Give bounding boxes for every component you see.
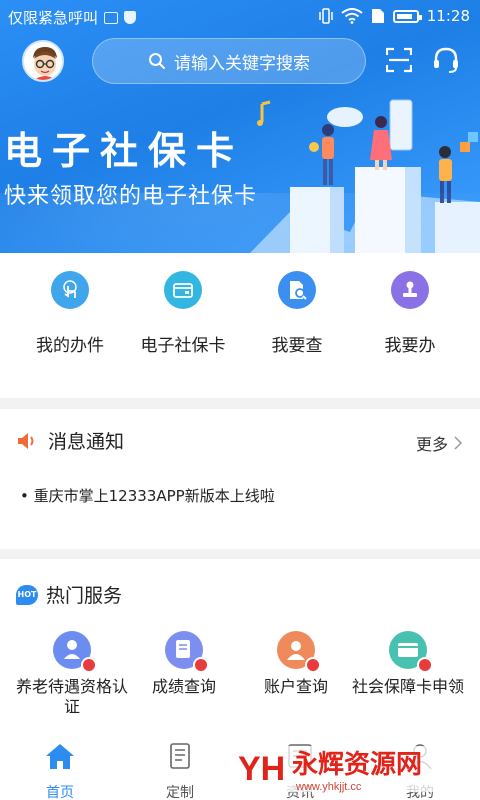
stamp-icon [391,271,429,309]
banner-illustration [250,99,480,253]
service-score-query[interactable]: 成绩查询 [124,631,244,697]
score-query-icon [165,631,209,673]
quick-action-label: 电子社保卡 [140,336,226,356]
carrier-text: 仅限紧急呼叫 [8,9,99,27]
tab-label: 首页 [46,785,74,800]
custom-icon [170,743,190,769]
service-label: 账户查询 [263,677,328,696]
speaker-icon [18,432,34,449]
shield-icon [124,11,137,24]
vibrate-icon [319,8,333,24]
badge-dot [417,657,433,673]
search-icon [149,53,165,69]
card-apply-icon [389,631,433,673]
quick-actions: 我的办件 电子社保卡 我要查 我要办 [0,253,480,398]
elder-cert-icon [53,631,97,673]
avatar[interactable] [22,40,64,82]
hot-services-header: HOT 热门服务 [16,581,122,608]
quick-action-label: 我要查 [271,336,323,356]
notice-header: 消息通知 [16,427,124,454]
quick-action-apply[interactable]: 我要办 [355,271,465,356]
tab-label: 定制 [166,785,194,800]
notice-item[interactable]: • 重庆市掌上12333APP新版本上线啦 [20,485,275,506]
notice-more-link[interactable]: 更多 [416,431,462,455]
quick-action-label: 我的办件 [36,336,104,356]
clock-text: 11:28 [426,7,470,25]
search-bar[interactable]: 请输入关键字搜索 [92,38,366,84]
service-label: 社会保障卡申领 [351,677,464,696]
scan-icon[interactable] [386,47,412,73]
service-label: 养老待遇资格认证 [15,677,128,716]
tab-home[interactable]: 首页 [20,742,100,800]
svg-text:www.yhkjjt.cc: www.yhkjjt.cc [295,781,362,793]
svg-text:永辉资源网: 永辉资源网 [292,750,422,780]
badge-dot [81,657,97,673]
service-label: 成绩查询 [151,677,216,696]
status-left: 仅限紧急呼叫 [8,7,137,28]
chevron-right-icon [454,436,462,450]
badge-dot [305,657,321,673]
notice-item-text: 重庆市掌上12333APP新版本上线啦 [33,487,275,505]
service-card-apply[interactable]: 社会保障卡申领 [348,631,468,697]
more-label: 更多 [415,435,448,454]
tab-custom[interactable]: 定制 [140,742,220,800]
bullet: • [20,487,29,505]
doc-search-icon [278,271,316,309]
notice-section: 消息通知 更多 • 重庆市掌上12333APP新版本上线啦 [0,409,480,549]
search-placeholder: 请输入关键字搜索 [174,53,310,74]
quick-action-query[interactable]: 我要查 [242,271,352,356]
hot-services-title: 热门服务 [46,585,123,607]
home-icon [46,744,74,769]
banner-title: 电子社保卡 [4,129,245,173]
service-account-query[interactable]: 账户查询 [236,631,356,697]
image-icon [104,11,119,24]
service-elder-cert[interactable]: 养老待遇资格认证 [12,631,132,717]
hot-badge-icon: HOT [16,584,38,605]
status-bar: 仅限紧急呼叫 11:28 [0,0,480,34]
card-icon [164,271,202,309]
watermark: YH 永辉资源网 www.yhkjjt.cc [232,740,477,798]
banner-subtitle: 快来领取您的电子社保卡 [4,184,258,209]
account-query-icon [277,631,321,673]
watermark-logo: YH 永辉资源网 www.yhkjjt.cc [234,746,474,793]
headset-icon[interactable] [432,46,460,74]
header-banner: 仅限紧急呼叫 11:28 请输入关键字搜索 电子社保卡 快来领取您的电子社保卡 [0,0,480,253]
battery-icon [392,9,422,23]
quick-action-label: 我要办 [384,336,436,356]
sim-icon [371,9,384,23]
wifi-icon [341,8,363,24]
badge-dot [193,657,209,673]
status-right: 11:28 [319,7,470,25]
avatar-face-icon [24,42,62,80]
svg-text:YH: YH [238,750,285,788]
hand-touch-icon [51,271,89,309]
notice-title: 消息通知 [48,431,125,453]
quick-action-e-card[interactable]: 电子社保卡 [128,271,238,356]
quick-action-my-cases[interactable]: 我的办件 [15,271,125,356]
